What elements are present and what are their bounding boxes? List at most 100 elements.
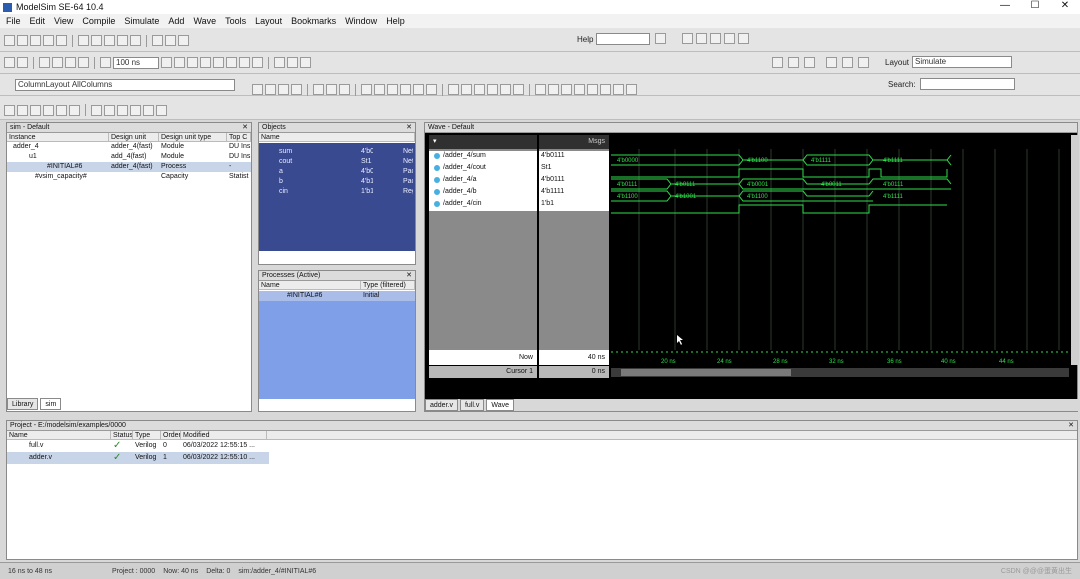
edge-prev-icon[interactable] [535,84,546,95]
close-button[interactable]: ✕ [1050,0,1080,14]
run-all-icon[interactable] [187,57,198,68]
col-modified[interactable]: Modified [181,431,267,439]
menu-view[interactable]: View [54,16,73,26]
tab-sim[interactable]: sim [40,398,62,410]
edge-next-icon[interactable] [548,84,559,95]
wave-hscroll-thumb[interactable] [621,369,791,376]
list-item[interactable]: a 4'b0111 Pack... [259,167,415,177]
col-design-unit-type[interactable]: Design unit type [159,133,227,141]
wave-style-icon-6[interactable] [156,104,167,116]
wave-signal-row[interactable]: /adder_4/sum [431,151,486,161]
col-type[interactable]: Type (filtered) [361,281,415,289]
zoom-in-icon[interactable] [4,104,15,116]
search-input[interactable] [920,78,1015,90]
copy-icon[interactable] [91,35,102,46]
copy-wave-icon[interactable] [326,84,337,95]
table-row[interactable]: adder.v ✓ Verilog 1 06/03/2022 12:55:10 … [7,452,269,464]
tab-full-v[interactable]: full.v [459,399,485,411]
menu-layout[interactable]: Layout [255,16,282,26]
layout-icon-5[interactable] [738,33,749,44]
step-icon[interactable] [226,57,237,68]
up-arrow-icon-6[interactable] [858,57,869,68]
col-name[interactable]: Name [259,133,415,141]
edit-icon-2[interactable] [374,84,385,95]
find-icon[interactable] [165,35,176,46]
break-run-icon[interactable] [200,57,211,68]
select-mode-icon[interactable] [448,84,459,95]
stop-icon[interactable] [213,57,224,68]
edge-icon-3[interactable] [561,84,572,95]
menu-edit[interactable]: Edit [30,16,46,26]
col-design-unit[interactable]: Design unit [109,133,159,141]
zoom-out-icon[interactable] [17,104,28,116]
run-icon[interactable] [161,57,172,68]
col-top[interactable]: Top C [227,133,251,141]
panel-close-icon[interactable]: ✕ [1068,421,1074,431]
run-continue-icon[interactable] [174,57,185,68]
col-name[interactable]: Name [7,431,111,439]
table-row[interactable]: full.v ✓ Verilog 0 06/03/2022 12:55:15 .… [7,440,1077,452]
paste-icon[interactable] [104,35,115,46]
open-file-icon[interactable] [17,35,28,46]
memory-icon[interactable] [287,57,298,68]
wave-style-icon-3[interactable] [117,104,128,116]
simulate-icon[interactable] [39,57,50,68]
layout-icon-1[interactable] [682,33,693,44]
step-back-icon[interactable] [65,57,76,68]
cursor-lock-icon[interactable] [500,84,511,95]
up-arrow-icon-3[interactable] [804,57,815,68]
wave-add-icon-3[interactable] [278,84,289,95]
list-item[interactable]: cout St1 Net [259,157,415,167]
compile-icon[interactable] [4,57,15,68]
col-name[interactable]: Name [259,281,361,289]
step-over-icon[interactable] [239,57,250,68]
zoom-full-icon[interactable] [30,104,41,116]
col-order[interactable]: Order [161,431,181,439]
edit-icon-4[interactable] [400,84,411,95]
edge-icon-4[interactable] [574,84,585,95]
run-length-input[interactable]: 100 ns [113,56,159,69]
list-item[interactable]: b 4'b1111 Pack... [259,177,415,187]
minimize-button[interactable]: — [990,0,1020,14]
expand-icon[interactable] [513,84,524,95]
step-forward-icon[interactable] [78,57,89,68]
col-instance[interactable]: Instance [7,133,109,141]
layout-icon-3[interactable] [710,33,721,44]
panel-close-icon[interactable]: ✕ [406,271,412,281]
tab-library[interactable]: Library [7,398,39,410]
list-item[interactable]: cin 1'b1 Regi... [259,187,415,197]
up-arrow-icon-2[interactable] [788,57,799,68]
cursor-label[interactable]: Cursor 1 [429,366,537,378]
layout-icon-4[interactable] [724,33,735,44]
save-icon[interactable] [30,35,41,46]
table-row[interactable]: u1 add_4(fast) Module DU Ins [7,152,251,162]
tab-wave[interactable]: Wave [486,399,515,411]
wave-vscroll[interactable] [1071,135,1079,365]
zoom-last-icon[interactable] [56,104,67,116]
restart-icon[interactable] [100,57,111,68]
cursor-add-icon[interactable] [474,84,485,95]
wave-add-icon[interactable] [252,84,263,95]
step-out-icon[interactable] [252,57,263,68]
help-search-icon[interactable] [655,33,666,44]
wave-add-icon-4[interactable] [291,84,302,95]
wave-style-icon-2[interactable] [104,104,115,116]
list-item[interactable]: sum 4'b0111 Net [259,147,415,157]
edge-icon-6[interactable] [600,84,611,95]
break-icon[interactable] [52,57,63,68]
cut-wave-icon[interactable] [313,84,324,95]
wave-style-icon-1[interactable] [91,104,102,116]
edge-icon-7[interactable] [613,84,624,95]
edit-icon-3[interactable] [387,84,398,95]
tab-adder-v[interactable]: adder.v [425,399,458,411]
panel-close-icon[interactable]: ✕ [406,123,412,133]
list-item[interactable]: #INITIAL#6 Initial [259,291,415,301]
reload-icon[interactable] [43,35,54,46]
new-file-icon[interactable] [4,35,15,46]
layout-icon-2[interactable] [696,33,707,44]
compile-all-icon[interactable] [17,57,28,68]
undo-icon[interactable] [117,35,128,46]
wave-signal-row[interactable]: /adder_4/cout [431,163,486,173]
cursor-delete-icon[interactable] [487,84,498,95]
menu-file[interactable]: File [6,16,21,26]
